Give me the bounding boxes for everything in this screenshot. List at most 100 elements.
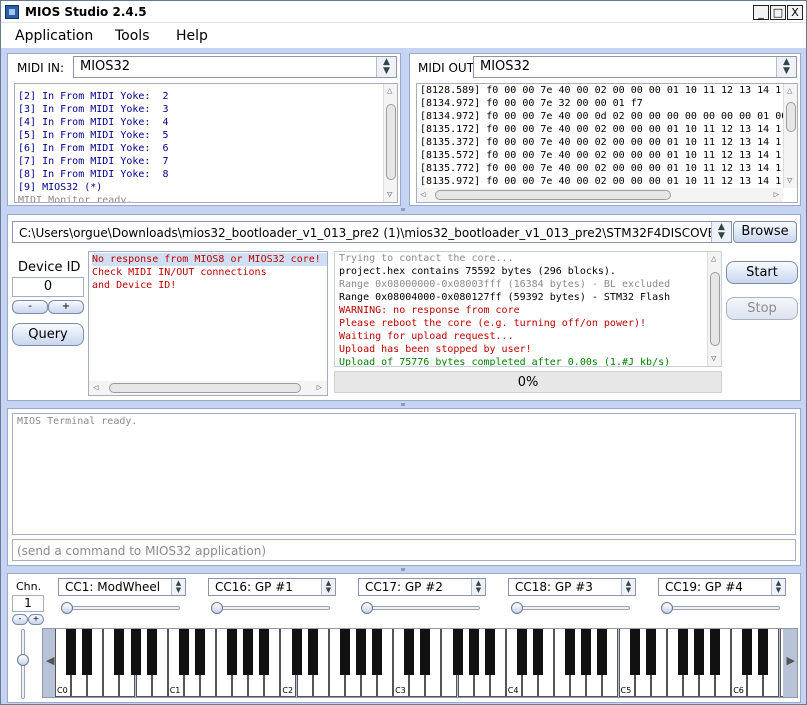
scroll-down-icon[interactable]: ▽	[787, 176, 792, 186]
splitter-top[interactable]	[1, 207, 806, 212]
piano-black-key[interactable]	[259, 629, 270, 675]
scroll-left-icon[interactable]: ◁	[93, 383, 98, 393]
piano-black-key[interactable]	[452, 629, 463, 675]
midi-out-monitor[interactable]: [8128.589] f0 00 00 7e 40 00 02 00 00 00…	[416, 83, 798, 203]
piano-black-key[interactable]	[114, 629, 125, 675]
midi-out-select[interactable]: MIOS32 ▲ ▼	[473, 56, 797, 78]
controller-slider[interactable]	[662, 606, 780, 610]
device-id-increment-button[interactable]: +	[48, 300, 84, 314]
controller-select[interactable]: CC17: GP #2 ▲ ▼	[358, 578, 486, 596]
start-button[interactable]: Start	[726, 261, 798, 284]
stop-button[interactable]: Stop	[726, 297, 798, 320]
channel-input[interactable]: 1	[12, 595, 44, 612]
controller-select[interactable]: CC18: GP #3 ▲ ▼	[508, 578, 636, 596]
midi-in-scroll-thumb[interactable]	[386, 104, 396, 180]
octave-up-icon[interactable]: ▶	[787, 655, 795, 666]
piano-black-key[interactable]	[178, 629, 189, 675]
piano-black-key[interactable]	[533, 629, 543, 675]
piano-black-key[interactable]	[227, 629, 238, 675]
piano-black-key[interactable]	[339, 629, 350, 675]
midi-out-hscrollbar[interactable]: ◁ ▷	[417, 188, 783, 202]
upload-log[interactable]: Trying to contact the core... project.hex…	[334, 251, 722, 367]
piano-black-key[interactable]	[484, 629, 495, 675]
piano-black-key[interactable]	[355, 629, 366, 675]
controller-slider[interactable]	[62, 606, 180, 610]
splitter-middle[interactable]	[1, 402, 806, 407]
query-hscrollbar[interactable]: ◁ ▷	[89, 381, 327, 395]
piano-black-key[interactable]	[629, 629, 640, 675]
controller-slider-knob[interactable]	[511, 602, 523, 614]
controller-select[interactable]: CC16: GP #1 ▲ ▼	[208, 578, 336, 596]
piano-black-key[interactable]	[372, 629, 382, 675]
terminal-command-input[interactable]: (send a command to MIOS32 application)	[12, 539, 796, 561]
scroll-down-icon[interactable]: ▽	[711, 354, 716, 364]
piano-black-key[interactable]	[194, 629, 205, 675]
controller-slider-knob[interactable]	[61, 602, 73, 614]
controller-select[interactable]: CC1: ModWheel ▲ ▼	[58, 578, 186, 596]
terminal-output[interactable]: MIOS Terminal ready.	[12, 413, 796, 535]
menu-help[interactable]: Help	[176, 28, 208, 44]
upload-log-scrollbar[interactable]: △ ▽	[707, 252, 721, 366]
piano-black-key[interactable]	[468, 629, 479, 675]
scroll-left-icon[interactable]: ◁	[420, 190, 425, 200]
piano-black-key[interactable]	[66, 629, 77, 675]
piano-black-key[interactable]	[516, 629, 527, 675]
midi-out-vscrollbar[interactable]: △ ▽	[783, 84, 797, 188]
device-id-decrement-button[interactable]: -	[12, 300, 48, 314]
piano-black-key[interactable]	[694, 629, 704, 675]
hex-file-select[interactable]: C:\Users\orgue\Downloads\mios32_bootload…	[12, 221, 732, 243]
piano-black-key[interactable]	[291, 629, 302, 675]
octave-down-icon[interactable]: ◀	[46, 655, 54, 666]
midi-out-vscroll-thumb[interactable]	[786, 102, 796, 132]
piano-black-key[interactable]	[307, 629, 318, 675]
piano-black-key[interactable]	[710, 629, 721, 675]
pitch-bend-knob[interactable]	[17, 654, 29, 666]
scroll-up-icon[interactable]: △	[787, 86, 792, 96]
scroll-down-icon[interactable]: ▽	[387, 190, 392, 200]
piano-black-key[interactable]	[130, 629, 141, 675]
browse-button[interactable]: Browse	[733, 221, 797, 243]
piano-black-key[interactable]	[645, 629, 656, 675]
midi-out-hscroll-thumb[interactable]	[435, 190, 671, 200]
midi-out-line: [8128.589] f0 00 00 7e 40 00 02 00 00 00…	[420, 85, 782, 96]
controller-slider-knob[interactable]	[211, 602, 223, 614]
controller-slider[interactable]	[212, 606, 330, 610]
splitter-bottom[interactable]	[1, 567, 806, 572]
scroll-right-icon[interactable]: ▷	[317, 383, 322, 393]
query-button[interactable]: Query	[12, 323, 84, 346]
piano-black-key[interactable]	[146, 629, 157, 675]
piano-black-key[interactable]	[581, 629, 592, 675]
midi-in-select[interactable]: MIOS32 ▲ ▼	[73, 56, 397, 78]
menu-application[interactable]: Application	[15, 28, 93, 44]
midi-in-scrollbar[interactable]: △ ▽	[383, 84, 397, 202]
close-button[interactable]: X	[787, 5, 803, 20]
menu-tools[interactable]: Tools	[115, 28, 150, 44]
piano-black-key[interactable]	[404, 629, 415, 675]
controller-slider-knob[interactable]	[361, 602, 373, 614]
scroll-right-icon[interactable]: ▷	[774, 190, 779, 200]
piano-black-key[interactable]	[597, 629, 608, 675]
controller-slider[interactable]	[512, 606, 630, 610]
piano-black-key[interactable]	[82, 629, 93, 675]
midi-in-monitor[interactable]: [2] In From MIDI Yoke: 2 [3] In From MID…	[14, 83, 398, 203]
channel-decrement-button[interactable]: -	[12, 614, 28, 625]
controller-select[interactable]: CC19: GP #4 ▲ ▼	[658, 578, 786, 596]
device-id-input[interactable]: 0	[12, 277, 84, 297]
maximize-button[interactable]: □	[770, 5, 786, 20]
piano-black-key[interactable]	[758, 629, 769, 675]
scroll-up-icon[interactable]: △	[387, 86, 392, 96]
query-result-box[interactable]: No response from MIOS8 or MIOS32 core! Ch…	[88, 251, 328, 396]
piano-black-key[interactable]	[565, 629, 576, 675]
controller-slider[interactable]	[362, 606, 480, 610]
query-hscroll-thumb[interactable]	[109, 383, 301, 393]
piano-black-key[interactable]	[243, 629, 254, 675]
scroll-up-icon[interactable]: △	[711, 254, 716, 264]
piano-black-key[interactable]	[420, 629, 431, 675]
piano-black-key[interactable]	[742, 629, 753, 675]
minimize-button[interactable]: _	[753, 5, 769, 20]
controller-slider-knob[interactable]	[661, 602, 673, 614]
piano-black-key[interactable]	[677, 629, 688, 675]
piano-white-key[interactable]	[779, 629, 783, 697]
upload-log-scroll-thumb[interactable]	[710, 272, 720, 346]
channel-increment-button[interactable]: +	[28, 614, 44, 625]
